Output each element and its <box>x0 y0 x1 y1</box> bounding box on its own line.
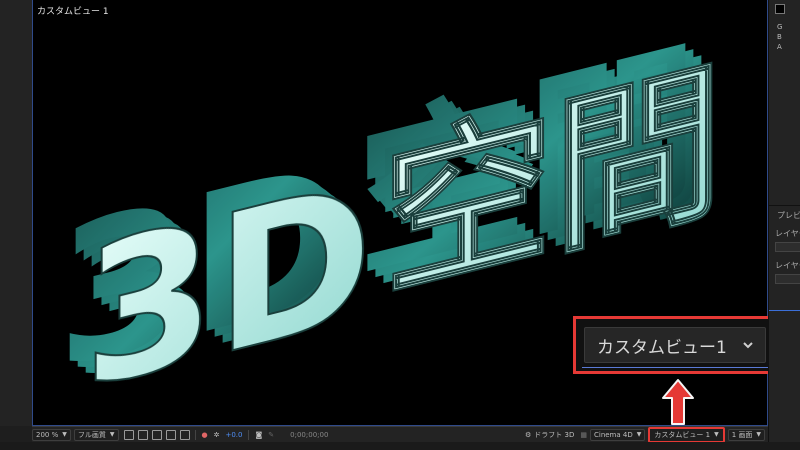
arrow-up-icon <box>662 379 694 425</box>
snapshot-camera-icon[interactable]: ◙ <box>252 429 265 441</box>
rgba-channel-labels: G B A <box>777 23 783 51</box>
chevron-down-icon: ▼ <box>714 431 719 438</box>
view-layout-dropdown[interactable]: 1 画面 ▼ <box>727 428 765 441</box>
callout-underline <box>582 367 770 368</box>
layer-label-2: レイヤー <box>775 261 800 270</box>
panel-divider <box>769 205 800 206</box>
view-dropdown-value: カスタムビュー1 <box>597 337 727 358</box>
layer-field-1[interactable] <box>775 242 800 252</box>
guides-icon[interactable] <box>179 429 190 440</box>
view-dropdown-callout: カスタムビュー1 <box>573 316 779 374</box>
show-snapshot-icon[interactable]: ✎ <box>265 429 277 441</box>
3d-view-dropdown[interactable]: カスタムビュー 1 ▼ <box>648 426 725 443</box>
exposure-value[interactable]: +0.0 <box>222 429 245 441</box>
chevron-down-icon: ▼ <box>109 431 115 438</box>
layer-field-2[interactable] <box>775 274 800 284</box>
toolbar-separator <box>248 429 250 440</box>
draft-3d-toggle[interactable]: ⚙ ドラフト 3D <box>522 429 577 441</box>
color-swatch <box>775 4 785 14</box>
bottom-strip <box>0 442 800 450</box>
grid-icon[interactable]: ▦ <box>577 429 590 441</box>
chevron-down-icon: ▼ <box>756 431 761 438</box>
chevron-down-icon: ▼ <box>636 431 642 438</box>
layer-label-1: レイヤー <box>775 229 800 238</box>
preview-label: プレビ <box>777 211 800 220</box>
chevron-down-icon <box>743 342 753 349</box>
svg-text:空間: 空間 <box>383 40 723 323</box>
mask-path-icon[interactable] <box>165 429 176 440</box>
resolution-dropdown[interactable]: フル画質 ▼ <box>73 428 119 441</box>
fast-preview-icon[interactable] <box>123 429 134 440</box>
exposure-reset-icon[interactable]: ✲ <box>211 429 223 441</box>
renderer-dropdown[interactable]: Cinema 4D ▼ <box>589 428 646 441</box>
right-info-panel: G B A プレビ レイヤー レイヤー <box>768 0 800 450</box>
view-dropdown-enlarged[interactable]: カスタムビュー1 <box>584 327 766 363</box>
view-name-label: カスタムビュー 1 <box>37 7 109 17</box>
region-of-interest-icon[interactable] <box>151 429 162 440</box>
color-channels-icon[interactable]: ● <box>199 429 211 441</box>
transparency-grid-icon[interactable] <box>137 429 148 440</box>
chevron-down-icon: ▼ <box>62 431 67 438</box>
viewer-toolbar: 200 % ▼ フル画質 ▼ ● ✲ +0.0 ◙ ✎ 0;00;00;00 ⚙ ドラ… <box>32 426 768 443</box>
draft-3d-icon: ⚙ <box>525 430 532 439</box>
current-time-display[interactable]: 0;00;00;00 <box>287 429 331 441</box>
panel-accent-line <box>769 310 800 311</box>
toolbar-separator <box>194 429 196 440</box>
zoom-dropdown[interactable]: 200 % ▼ <box>32 428 71 441</box>
